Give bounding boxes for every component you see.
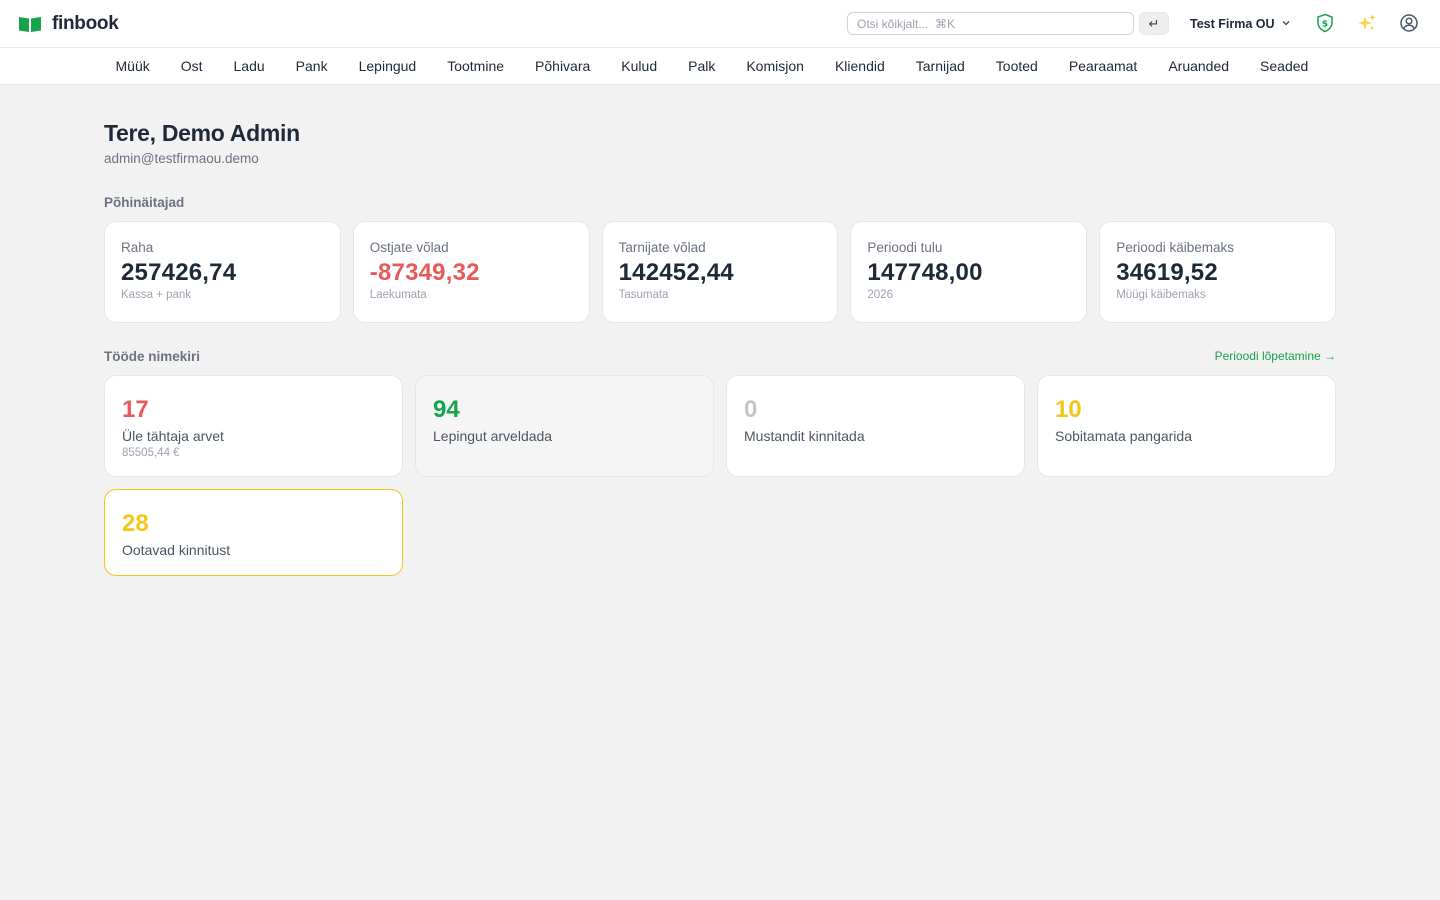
kpi-value: 147748,00 (867, 259, 983, 286)
task-card-unmatched-bank-rows[interactable]: 10 Sobitamata pangarida (1037, 375, 1336, 477)
kpi-card-raha[interactable]: Raha 257426,74 Kassa + pank (104, 221, 341, 323)
kpi-label: Tarnijate võlad (618, 240, 706, 255)
task-card-awaiting-approval[interactable]: 28 Ootavad kinnitust (104, 489, 403, 576)
shield-dollar-icon[interactable]: $ (1315, 13, 1335, 33)
nav-item-pohivara[interactable]: Põhivara (520, 48, 606, 85)
kpi-value: -87349,32 (369, 259, 480, 286)
kpi-value: 257426,74 (121, 259, 237, 286)
sparkles-icon[interactable] (1357, 13, 1377, 33)
nav-item-tootmine[interactable]: Tootmine (432, 48, 520, 85)
brand-logo[interactable]: finbook (18, 12, 119, 36)
kpi-sub: Kassa + pank (121, 289, 192, 301)
kpi-sub: Tasumata (618, 289, 669, 301)
task-card-overdue-invoices[interactable]: 17 Üle tähtaja arvet 85505,44 € (104, 375, 403, 477)
svg-text:$: $ (1322, 19, 1328, 29)
task-label: Üle tähtaja arvet (122, 428, 224, 444)
nav-item-tarnijad[interactable]: Tarnijad (900, 48, 980, 85)
nav-item-kulud[interactable]: Kulud (606, 48, 673, 85)
nav-item-muuk[interactable]: Müük (100, 48, 165, 85)
task-count: 0 (744, 396, 758, 423)
nav-item-pearaamat[interactable]: Pearaamat (1053, 48, 1152, 85)
kpi-label: Raha (121, 240, 154, 255)
kpi-label: Ostjate võlad (369, 240, 449, 255)
task-label: Sobitamata pangarida (1055, 428, 1192, 444)
kpi-value: 142452,44 (618, 259, 734, 286)
kpi-section-title: Põhinäitajad (104, 195, 185, 210)
task-label: Lepingut arveldada (433, 428, 553, 444)
nav-item-tooted[interactable]: Tooted (980, 48, 1053, 85)
tasks-section-title: Tööde nimekiri (104, 349, 201, 364)
task-card-contracts-to-bill[interactable]: 94 Lepingut arveldada (415, 375, 714, 477)
main-nav: Müük Ost Ladu Pank Lepingud Tootmine Põh… (0, 48, 1440, 85)
kpi-label: Perioodi käibemaks (1116, 240, 1234, 255)
kpi-card-perioodi-kaibemaks[interactable]: Perioodi käibemaks 34619,52 Müügi käibem… (1099, 221, 1336, 323)
period-close-link[interactable]: Perioodi lõpetamine → (1215, 349, 1336, 363)
nav-item-ost[interactable]: Ost (165, 48, 218, 85)
kpi-value: 34619,52 (1116, 259, 1218, 286)
brand-name: finbook (52, 13, 119, 34)
global-search-input[interactable] (847, 12, 1134, 35)
task-sub: 85505,44 € (122, 447, 180, 459)
search-submit-button[interactable]: ↵ (1139, 12, 1169, 35)
nav-item-aruanded[interactable]: Aruanded (1153, 48, 1245, 85)
kpi-sub: Laekumata (369, 289, 427, 301)
nav-item-komisjon[interactable]: Komisjon (731, 48, 820, 85)
task-count: 17 (122, 396, 149, 423)
page-title: Tere, Demo Admin (104, 120, 300, 146)
nav-item-seaded[interactable]: Seaded (1245, 48, 1324, 85)
open-book-icon (18, 15, 42, 33)
nav-item-kliendid[interactable]: Kliendid (819, 48, 900, 85)
kpi-sub: Müügi käibemaks (1116, 289, 1206, 301)
company-name: Test Firma OU (1190, 17, 1275, 31)
kpi-label: Perioodi tulu (867, 240, 943, 255)
task-label: Ootavad kinnitust (122, 542, 231, 558)
nav-item-lepingud[interactable]: Lepingud (343, 48, 432, 85)
task-card-drafts-to-confirm[interactable]: 0 Mustandit kinnitada (726, 375, 1025, 477)
kpi-card-perioodi-tulu[interactable]: Perioodi tulu 147748,00 2026 (850, 221, 1088, 323)
nav-items: Müük Ost Ladu Pank Lepingud Tootmine Põh… (100, 48, 1324, 85)
user-email: admin@testfirmaou.demo (104, 151, 259, 166)
task-count: 94 (433, 396, 460, 423)
kpi-sub: 2026 (867, 289, 893, 301)
kpi-row: Raha 257426,74 Kassa + pank Ostjate võla… (104, 221, 1336, 323)
company-selector[interactable]: Test Firma OU (1190, 15, 1291, 33)
kpi-card-ostjate-volad[interactable]: Ostjate võlad -87349,32 Laekumata (352, 221, 590, 323)
task-count: 10 (1055, 396, 1082, 423)
nav-item-palk[interactable]: Palk (673, 48, 731, 85)
task-count: 28 (122, 510, 149, 537)
kpi-card-tarnijate-volad[interactable]: Tarnijate võlad 142452,44 Tasumata (601, 221, 839, 323)
task-grid: 17 Üle tähtaja arvet 85505,44 € 94 Lepin… (104, 375, 1336, 576)
chevron-down-icon (1281, 17, 1291, 31)
nav-item-pank[interactable]: Pank (280, 48, 343, 85)
top-header: finbook ↵ Test Firma OU $ (0, 0, 1440, 48)
user-circle-icon[interactable] (1399, 13, 1419, 33)
task-label: Mustandit kinnitada (744, 428, 865, 444)
nav-item-ladu[interactable]: Ladu (218, 48, 280, 85)
enter-icon: ↵ (1148, 15, 1160, 31)
